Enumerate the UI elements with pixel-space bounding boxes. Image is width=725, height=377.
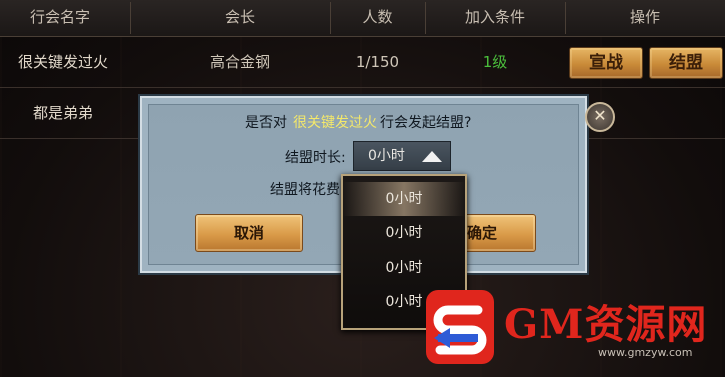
guild-name: 都是弟弟 <box>32 104 93 122</box>
gm-logo-icon <box>426 290 494 364</box>
header-leader: 会长 <box>224 8 255 26</box>
duration-option[interactable]: 0小时 <box>343 216 465 250</box>
duration-option[interactable]: 0小时 <box>343 251 465 285</box>
duration-option[interactable]: 0小时 <box>343 182 465 216</box>
close-icon[interactable]: ✕ <box>585 102 615 132</box>
watermark-url: www.gmzyw.com <box>598 346 693 359</box>
header-condition: 加入条件 <box>464 8 525 26</box>
watermark-text: GM资源网 <box>504 301 708 348</box>
duration-label: 结盟时长: <box>285 150 346 166</box>
guild-leader: 高合金钢 <box>209 53 270 71</box>
ally-button[interactable]: 结盟 <box>649 47 723 79</box>
header-members: 人数 <box>362 8 393 26</box>
duration-select[interactable]: 0小时 <box>353 141 451 171</box>
duration-value: 0小时 <box>368 148 405 164</box>
cost-label: 结盟将花费 <box>270 182 340 198</box>
table-row[interactable]: 很关键发过火 高合金钢 1/150 1级 宣战 结盟 <box>0 37 725 88</box>
table-header: 行会名字 会长 人数 加入条件 操作 <box>0 0 725 37</box>
target-guild-name: 很关键发过火 <box>293 115 377 131</box>
caret-up-icon <box>422 151 442 162</box>
declare-war-button[interactable]: 宣战 <box>569 47 643 79</box>
header-divider <box>130 2 131 34</box>
guild-name: 很关键发过火 <box>17 53 108 71</box>
header-actions: 操作 <box>629 8 660 26</box>
guild-join-condition: 1级 <box>482 53 508 71</box>
cancel-button[interactable]: 取消 <box>195 214 303 252</box>
guild-members: 1/150 <box>355 53 400 71</box>
prompt-prefix: 是否对 <box>245 115 287 131</box>
header-guild-name: 行会名字 <box>29 8 90 26</box>
prompt-suffix: 行会发起结盟? <box>380 115 472 131</box>
